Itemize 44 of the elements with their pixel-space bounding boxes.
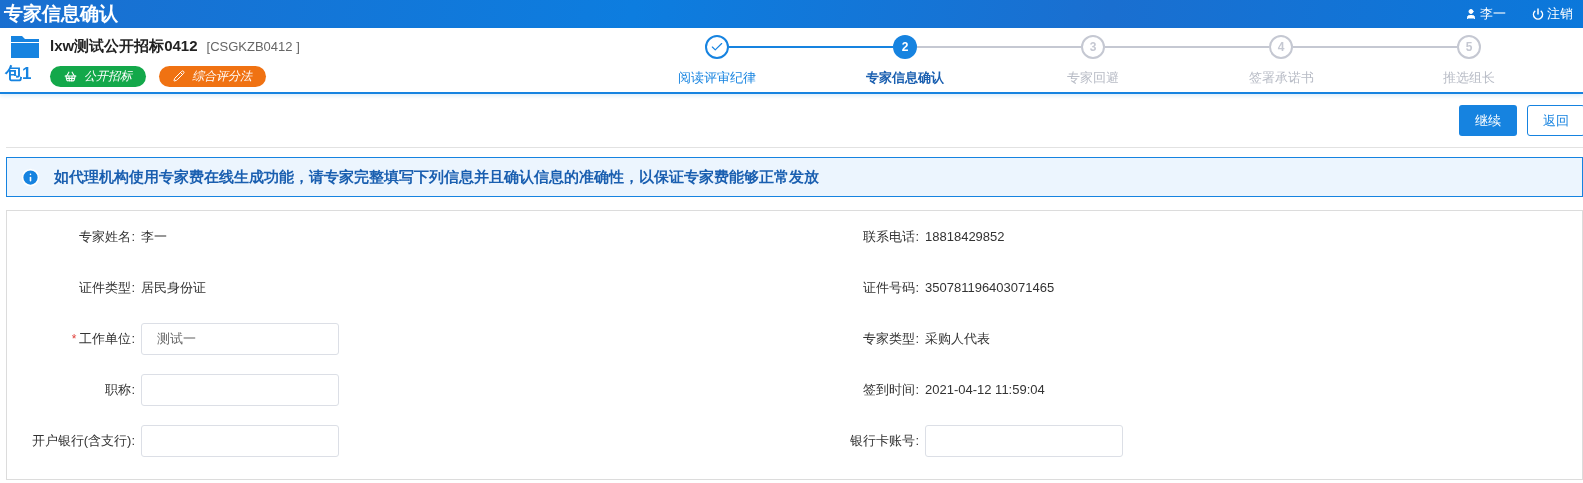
step-label[interactable]: 阅读评审纪律	[678, 68, 756, 88]
field-value: 李一	[141, 227, 167, 246]
input-field[interactable]	[141, 424, 339, 457]
method-tag: 公开招标	[50, 65, 146, 87]
step-number: 2	[893, 35, 917, 59]
field-value: 2021-04-12 11:59:04	[925, 380, 1045, 399]
step-number: 3	[1081, 35, 1105, 59]
field-value: 350781196403071465	[925, 278, 1055, 297]
package-label: 包1	[4, 63, 32, 85]
page-title: 专家信息确认	[4, 1, 118, 26]
pen-icon	[173, 70, 185, 82]
input-field[interactable]	[141, 373, 339, 406]
notice-text: 如代理机构使用专家费在线生成功能，请专家完整填写下列信息并且确认信息的准确性，以保证专家费能够正常发放	[54, 166, 819, 187]
user-button[interactable]: 李一	[1465, 4, 1506, 24]
project-code: [CSGKZB0412 ]	[206, 38, 300, 56]
field-label: 签到时间:	[863, 380, 919, 399]
project-name: lxw测试公开招标0412	[50, 36, 198, 56]
step-number: 4	[1269, 35, 1293, 59]
basket-icon	[64, 69, 77, 83]
back-button[interactable]: 返回	[1527, 105, 1583, 136]
field-value: 居民身份证	[141, 278, 206, 297]
required-mark: *	[71, 330, 77, 348]
user-icon	[1465, 8, 1477, 20]
input-field[interactable]	[925, 424, 1123, 457]
field-label: 证件号码:	[863, 278, 919, 297]
method-tag: 综合评分法	[159, 65, 266, 87]
field-label: 专家姓名:	[79, 227, 135, 246]
field-label: 证件类型:	[79, 278, 135, 297]
field-label: 银行卡账号:	[850, 431, 919, 450]
field-label: 开户银行(含支行):	[31, 431, 135, 450]
step-number: 5	[1457, 35, 1481, 59]
info-icon	[21, 167, 40, 187]
continue-button[interactable]: 继续	[1459, 105, 1517, 136]
field-label: 专家类型:	[863, 329, 919, 348]
field-label: 联系电话:	[863, 227, 919, 246]
step-label[interactable]: 专家信息确认	[866, 68, 944, 88]
field-value: 18818429852	[925, 227, 1005, 246]
field-label: 职称:	[105, 380, 135, 399]
field-label: 工作单位:	[79, 329, 135, 348]
folder-icon	[11, 36, 39, 58]
power-icon	[1532, 8, 1544, 20]
field-value: 采购人代表	[925, 329, 990, 348]
input-field[interactable]: 测试一	[141, 322, 339, 355]
logout-button[interactable]: 注销	[1532, 4, 1573, 24]
